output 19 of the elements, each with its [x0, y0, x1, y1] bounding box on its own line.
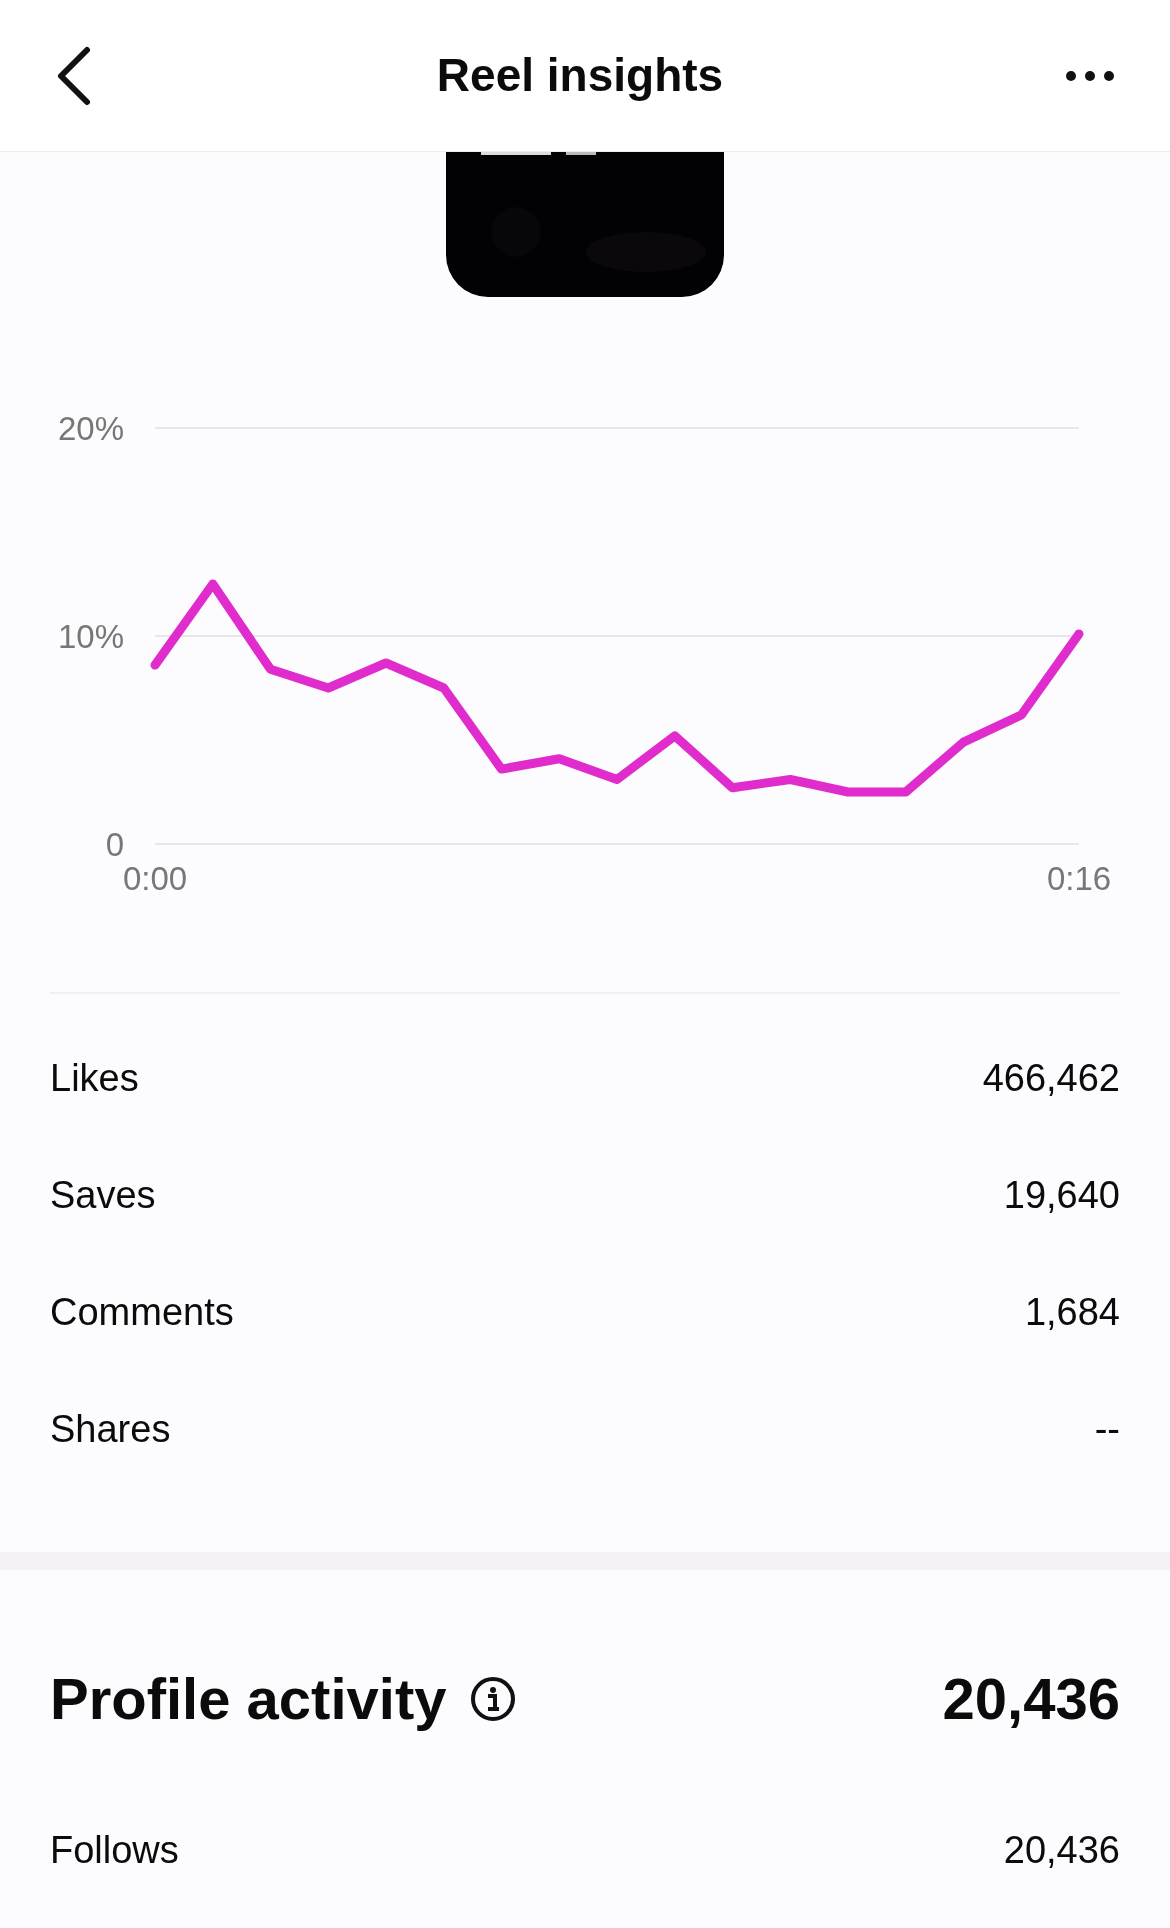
page-title: Reel insights — [436, 48, 724, 103]
axis-label: 0 — [105, 826, 124, 863]
metric-value: 19,640 — [1003, 1173, 1120, 1218]
metric-label: Likes — [50, 1056, 139, 1101]
section-title: Profile activity — [50, 1665, 447, 1733]
axis-label: 10% — [57, 618, 124, 655]
info-icon[interactable] — [470, 1675, 517, 1722]
metric-label: Follows — [50, 1828, 179, 1873]
metric-label: Saves — [50, 1173, 156, 1218]
axis-label: 20% — [57, 410, 124, 447]
metric-value: 1,684 — [1024, 1290, 1120, 1335]
metric-value: 466,462 — [982, 1056, 1120, 1101]
metric-label: Comments — [50, 1290, 234, 1335]
axis-label: 0:16 — [1046, 860, 1112, 897]
metric-label: Shares — [50, 1407, 171, 1452]
axis-label: 0:00 — [122, 860, 188, 897]
metric-value: -- — [1094, 1407, 1120, 1452]
metric-value: 20,436 — [1003, 1828, 1120, 1873]
section-total: 20,436 — [942, 1665, 1120, 1733]
